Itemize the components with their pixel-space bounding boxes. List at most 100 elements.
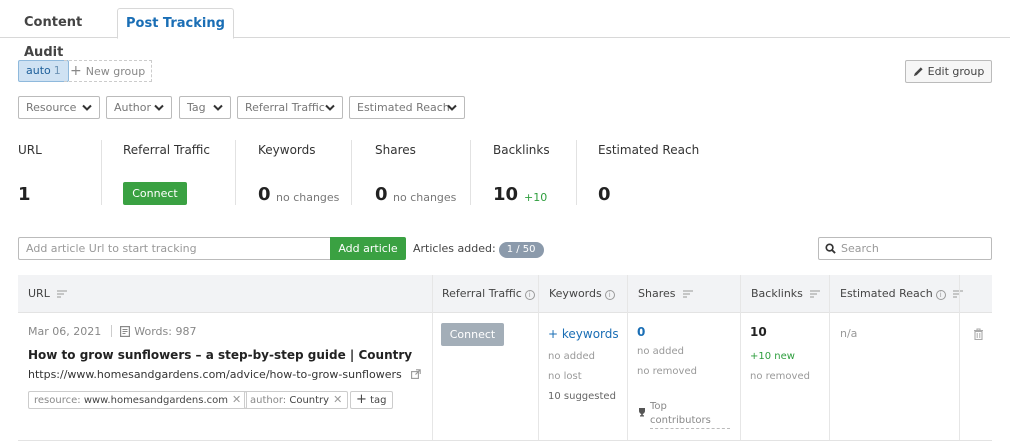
new-group-label: New group (85, 65, 146, 78)
filter-tag[interactable]: Tag (179, 96, 231, 119)
trash-icon[interactable] (973, 328, 984, 340)
th-label: Keywords (549, 287, 602, 300)
group-count: 1 (53, 64, 61, 77)
tab-post-tracking[interactable]: Post Tracking (117, 8, 234, 39)
group-chip-auto[interactable]: auto 1 (18, 60, 69, 82)
plus-icon: + (70, 63, 82, 79)
backlinks-removed: no removed (750, 371, 810, 382)
stat-shares-value: 0 (375, 184, 388, 205)
stat-backlinks-value: 10 (493, 184, 519, 205)
trophy-icon (639, 408, 645, 417)
th-referral: Referral Traffic i (442, 275, 535, 313)
backlinks-value: 10 (750, 325, 767, 339)
article-words: Words: 987 (134, 325, 197, 338)
filter-label: Resource (26, 101, 77, 114)
stat-divider (235, 140, 236, 205)
info-icon[interactable]: i (524, 290, 535, 300)
info-icon[interactable]: i (604, 290, 615, 300)
th-label: Backlinks (751, 287, 803, 300)
tag-author: author: Country ✕ (244, 391, 349, 409)
th-backlinks[interactable]: Backlinks (751, 275, 821, 313)
column-divider (538, 275, 539, 441)
stat-backlinks-sub: +10 (524, 191, 548, 204)
th-keywords: Keywords i (549, 275, 615, 313)
stat-keywords-label: Keywords (258, 143, 316, 157)
filter-label: Referral Traffic (245, 101, 325, 114)
top-contributors-link[interactable]: Top contributors (637, 400, 730, 429)
chevron-down-icon (213, 104, 223, 111)
filter-resource[interactable]: Resource (18, 96, 100, 119)
column-divider (959, 275, 960, 441)
referral-connect-button[interactable]: Connect (123, 182, 187, 205)
stat-shares-label: Shares (375, 143, 416, 157)
document-icon (120, 326, 131, 338)
th-label: Referral Traffic (442, 287, 522, 300)
sort-icon (810, 290, 821, 298)
shares-value: 0 (637, 325, 646, 339)
add-article-button[interactable]: Add article (330, 237, 406, 260)
chevron-down-icon (82, 104, 92, 111)
tag-key: resource: (34, 395, 81, 406)
remove-tag-icon[interactable]: ✕ (232, 393, 241, 406)
search-placeholder: Search (841, 242, 879, 255)
stat-url-value: 1 (18, 184, 31, 205)
stat-keywords-value: 0 (258, 184, 271, 205)
stat-backlinks-label: Backlinks (493, 143, 550, 157)
chevron-down-icon (447, 104, 457, 111)
article-url-text[interactable]: https://www.homesandgardens.com/advice/h… (28, 368, 402, 381)
edit-group-button[interactable]: Edit group (905, 60, 992, 83)
article-url: https://www.homesandgardens.com/advice/h… (28, 368, 421, 381)
stat-reach-label: Estimated Reach (598, 143, 700, 157)
edit-group-label: Edit group (927, 65, 985, 78)
th-label: URL (28, 287, 50, 300)
meta-separator (111, 325, 113, 337)
article-url-input[interactable]: Add article Url to start tracking (18, 237, 330, 260)
stat-divider (470, 140, 471, 205)
info-icon[interactable]: i (935, 290, 946, 300)
search-input[interactable]: Search (818, 237, 992, 260)
top-contributors-label: Top contributors (650, 400, 730, 429)
th-url[interactable]: URL (28, 275, 68, 313)
filter-estimated-reach[interactable]: Estimated Reach (349, 96, 465, 119)
article-meta: Mar 06, 2021 Words: 987 (28, 325, 196, 338)
keywords-lost: no lost (548, 371, 582, 382)
add-tag-button[interactable]: + tag (350, 391, 393, 409)
chevron-down-icon (154, 104, 164, 111)
new-group-button[interactable]: + New group (64, 60, 153, 82)
plus-icon: + (356, 392, 367, 407)
stat-referral-label: Referral Traffic (123, 143, 210, 157)
stat-shares-sub: no changes (393, 191, 457, 204)
column-divider (627, 275, 628, 441)
filter-label: Author (114, 101, 152, 114)
filter-label: Tag (187, 101, 206, 114)
filter-referral-traffic[interactable]: Referral Traffic (237, 96, 343, 119)
th-shares[interactable]: Shares (638, 275, 693, 313)
keywords-suggested[interactable]: 10 suggested (548, 391, 616, 402)
table-header: URL Referral Traffic i Keywords i Shares B… (18, 275, 992, 313)
group-name: auto (26, 64, 51, 77)
sort-icon (682, 290, 693, 298)
external-link-icon[interactable] (411, 369, 421, 379)
column-divider (829, 275, 830, 441)
add-tag-label: tag (370, 395, 387, 406)
th-label: Estimated Reach (840, 287, 933, 300)
stat-divider (576, 140, 577, 205)
column-divider (432, 275, 433, 441)
reach-value: n/a (840, 327, 858, 340)
backlinks-new: +10 new (750, 351, 795, 362)
chevron-down-icon (325, 104, 335, 111)
tab-bar: Content Audit Post Tracking (0, 0, 1010, 60)
keywords-added: no added (548, 351, 595, 362)
articles-added: Articles added: 1 / 50 (413, 242, 544, 258)
tab-content-audit[interactable]: Content Audit (24, 8, 114, 60)
filter-label: Estimated Reach (357, 101, 450, 114)
stat-keywords-sub: no changes (276, 191, 340, 204)
row-connect-button[interactable]: Connect (441, 323, 504, 346)
remove-tag-icon[interactable]: ✕ (333, 393, 342, 406)
search-icon (825, 243, 836, 254)
add-keywords-link[interactable]: + keywords (548, 327, 619, 341)
th-reach[interactable]: Estimated Reach i (840, 275, 964, 313)
shares-removed: no removed (637, 366, 697, 377)
tag-value: www.homesandgardens.com (83, 395, 228, 406)
filter-author[interactable]: Author (106, 96, 172, 119)
